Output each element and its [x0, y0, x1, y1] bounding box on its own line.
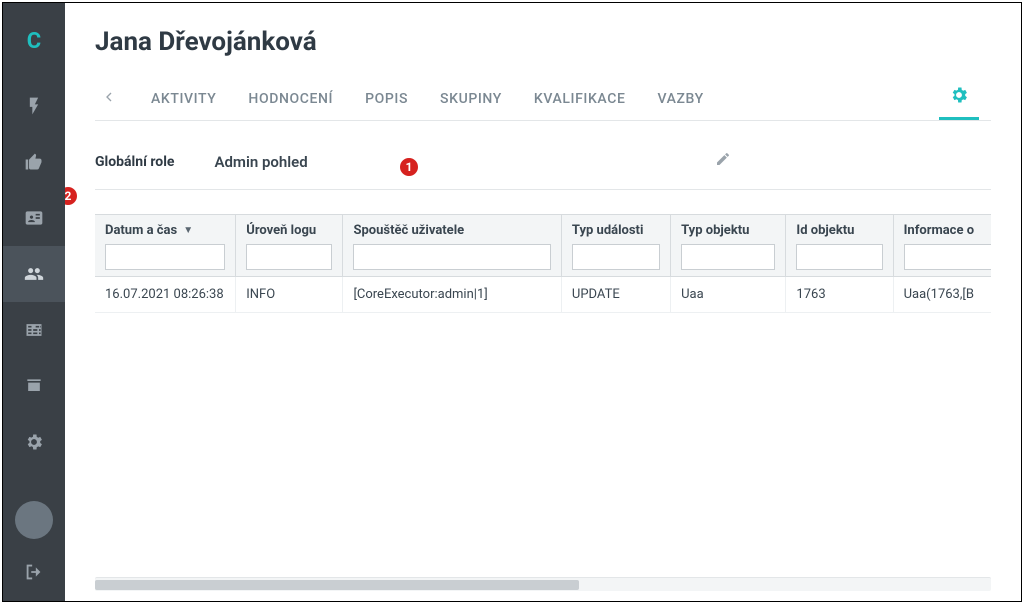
page-title: Jana Dřevojánková: [95, 27, 991, 57]
user-avatar[interactable]: [15, 501, 53, 539]
cell-trigger: [CoreExecutor:admin|1]: [343, 277, 561, 313]
sidebar: C: [3, 3, 65, 601]
gear-icon: [24, 432, 44, 452]
col-objid-label: Id objektu: [796, 223, 854, 238]
horizontal-scrollbar[interactable]: [95, 577, 991, 591]
callout-1: 1: [398, 156, 420, 178]
table-row[interactable]: 16.07.2021 08:26:38 INFO [CoreExecutor:a…: [95, 277, 991, 313]
logout-icon: [23, 561, 45, 583]
tab-skupiny[interactable]: SKUPINY: [424, 81, 518, 117]
sort-desc-icon: ▼: [183, 225, 193, 236]
col-level[interactable]: Úroveň logu: [236, 215, 343, 277]
col-info-label: Informace o: [904, 223, 974, 238]
col-event-label: Typ události: [572, 223, 644, 238]
col-level-label: Úroveň logu: [246, 223, 316, 238]
col-objid[interactable]: Id objektu: [786, 215, 893, 277]
edit-role-button[interactable]: [715, 151, 731, 171]
id-card-icon: [24, 208, 44, 228]
cell-objtype: Uaa: [671, 277, 786, 313]
col-trigger[interactable]: Spouštěč uživatele: [343, 215, 561, 277]
scrollbar-thumb[interactable]: [95, 580, 579, 590]
col-objtype[interactable]: Typ objektu: [671, 215, 786, 277]
pencil-icon: [715, 151, 731, 167]
cell-info: Uaa(1763,[B: [893, 277, 991, 313]
filter-objid-input[interactable]: [796, 244, 882, 270]
col-objtype-label: Typ objektu: [681, 223, 749, 238]
gear-icon: [949, 85, 969, 105]
filter-event-input[interactable]: [572, 244, 660, 270]
col-event[interactable]: Typ události: [561, 215, 670, 277]
global-role-row: Globální role Admin pohled 1: [95, 153, 991, 190]
filter-objtype-input[interactable]: [681, 244, 775, 270]
nav-archive[interactable]: [3, 358, 65, 414]
back-button[interactable]: [95, 89, 135, 109]
col-info[interactable]: Informace o: [893, 215, 991, 277]
tab-popis[interactable]: POPIS: [349, 81, 424, 117]
log-table-wrap[interactable]: Datum a čas ▼ Úroveň logu Spouštěč uživat…: [95, 214, 991, 577]
tab-kvalifikace[interactable]: KVALIFIKACE: [518, 81, 642, 117]
archive-icon: [24, 376, 44, 396]
tab-settings[interactable]: [939, 77, 979, 120]
nav-settings[interactable]: [3, 414, 65, 470]
role-label: Globální role: [95, 154, 174, 170]
callout-2: 2: [65, 185, 79, 207]
filter-info-input[interactable]: [904, 244, 991, 270]
chevron-left-icon: [101, 89, 117, 105]
bolt-icon: [24, 96, 44, 116]
filter-date-input[interactable]: [105, 244, 225, 270]
tab-aktivity[interactable]: AKTIVITY: [135, 81, 232, 117]
col-date-label: Datum a čas: [105, 223, 177, 238]
cell-objid: 1763: [786, 277, 893, 313]
nav-thumbs-up[interactable]: [3, 134, 65, 190]
nav-users[interactable]: [3, 246, 65, 302]
col-date[interactable]: Datum a čas ▼: [95, 215, 236, 277]
cell-date: 16.07.2021 08:26:38: [95, 277, 236, 313]
log-table: Datum a čas ▼ Úroveň logu Spouštěč uživat…: [95, 215, 991, 313]
table-header-row: Datum a čas ▼ Úroveň logu Spouštěč uživat…: [95, 215, 991, 277]
filter-level-input[interactable]: [246, 244, 332, 270]
tab-hodnoceni[interactable]: HODNOCENÍ: [232, 81, 349, 117]
filter-trigger-input[interactable]: [353, 244, 550, 270]
users-icon: [24, 264, 44, 284]
tab-bar: AKTIVITY HODNOCENÍ POPIS SKUPINY KVALIFI…: [95, 77, 991, 121]
nav-card[interactable]: [3, 190, 65, 246]
logout-button[interactable]: [23, 561, 45, 587]
tab-vazby[interactable]: VAZBY: [641, 81, 719, 117]
thumbs-up-icon: [24, 152, 44, 172]
nav-table[interactable]: [3, 302, 65, 358]
content-area: Globální role Admin pohled 1 2 Datum a č…: [65, 129, 1021, 577]
cell-event: UPDATE: [561, 277, 670, 313]
main-content: Jana Dřevojánková AKTIVITY HODNOCENÍ POP…: [65, 3, 1021, 601]
nav-bolt[interactable]: [3, 78, 65, 134]
cell-level: INFO: [236, 277, 343, 313]
col-trigger-label: Spouštěč uživatele: [353, 223, 464, 238]
app-logo: C: [27, 29, 41, 54]
table-icon: [24, 320, 44, 340]
role-value: Admin pohled: [214, 153, 307, 171]
page-header: Jana Dřevojánková AKTIVITY HODNOCENÍ POP…: [65, 3, 1021, 129]
